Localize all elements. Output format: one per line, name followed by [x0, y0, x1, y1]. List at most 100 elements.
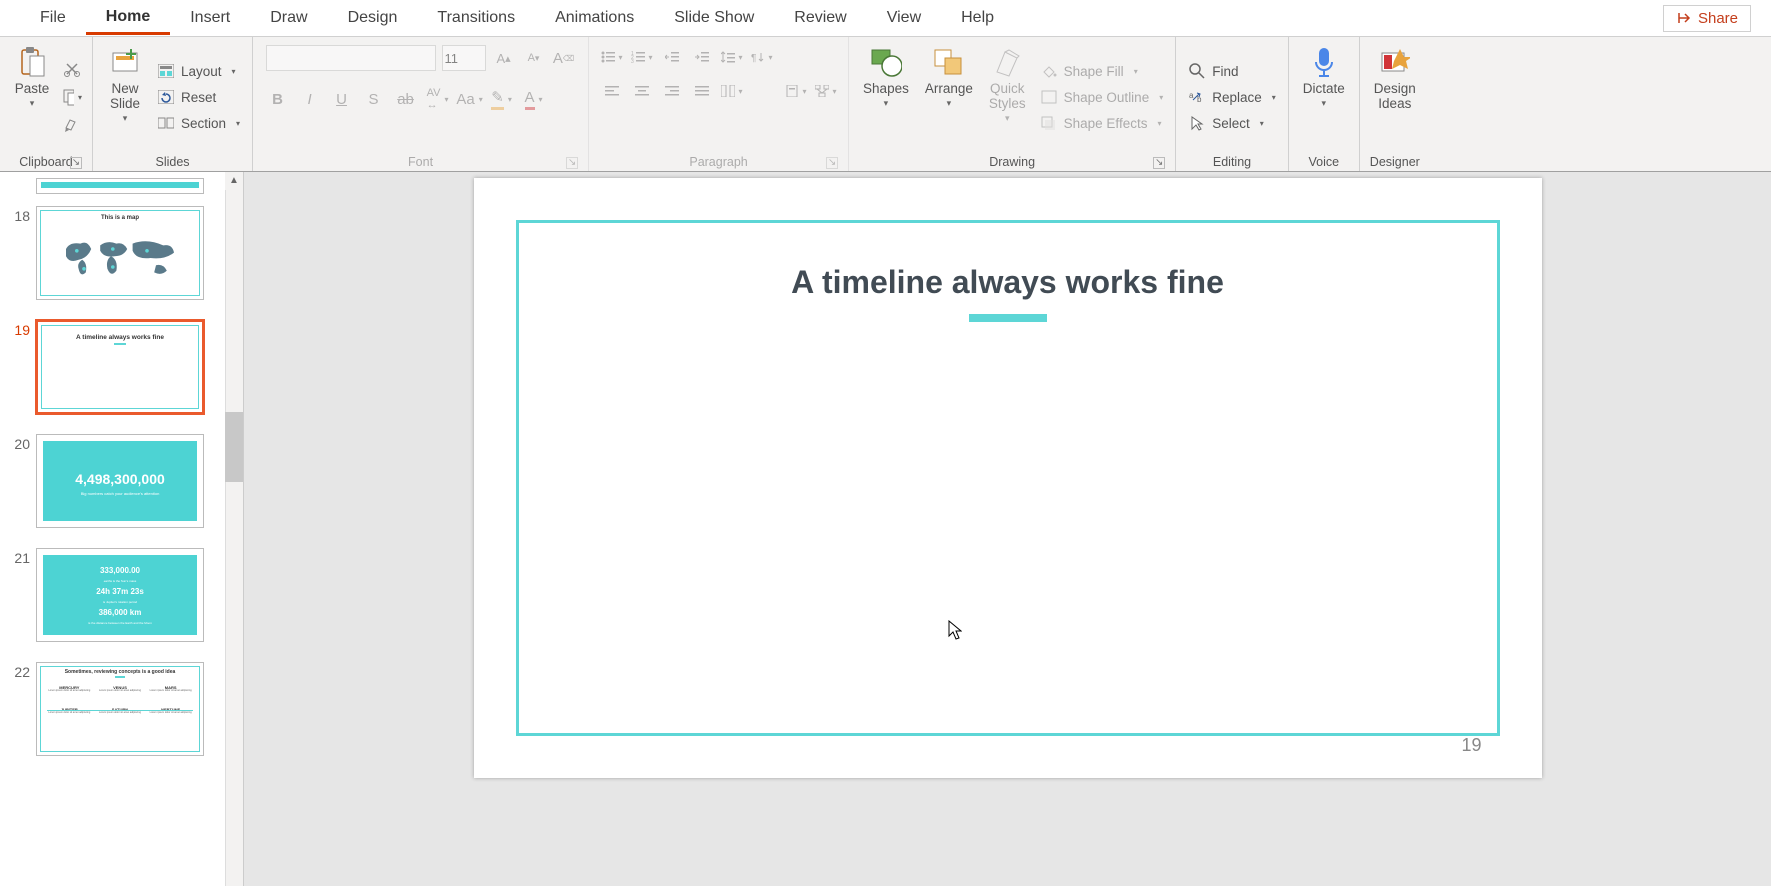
- tab-view[interactable]: View: [867, 3, 941, 33]
- launcher-clipboard[interactable]: ↘: [70, 157, 82, 169]
- slide-thumb-21[interactable]: 333,000.00 earths is the Sun's mass 24h …: [36, 548, 204, 642]
- shape-outline-button[interactable]: Shape Outline: [1036, 86, 1168, 108]
- reset-button[interactable]: Reset: [153, 86, 220, 108]
- svg-text:3: 3: [631, 59, 634, 63]
- reset-label: Reset: [181, 90, 216, 105]
- slide-title[interactable]: A timeline always works fine: [474, 264, 1542, 301]
- new-slide-button[interactable]: New Slide ▾: [101, 45, 149, 126]
- design-ideas-label: Design Ideas: [1374, 81, 1416, 111]
- underline-button[interactable]: U: [330, 87, 354, 111]
- scroll-up-button[interactable]: ▲: [225, 172, 243, 190]
- select-icon: [1188, 114, 1206, 132]
- shape-fill-button[interactable]: Shape Fill: [1036, 60, 1142, 82]
- select-button[interactable]: Select: [1184, 112, 1268, 134]
- smartart-button[interactable]: [814, 79, 838, 103]
- tab-animations[interactable]: Animations: [535, 3, 654, 33]
- align-center-button[interactable]: [630, 79, 654, 103]
- slide-canvas[interactable]: A timeline always works fine 19: [474, 178, 1542, 778]
- cut-button[interactable]: [60, 57, 84, 81]
- justify-button[interactable]: [690, 79, 714, 103]
- line-spacing-button[interactable]: [720, 45, 744, 69]
- layout-button[interactable]: Layout: [153, 60, 240, 82]
- numbering-button[interactable]: 123: [630, 45, 654, 69]
- align-left-button[interactable]: [600, 79, 624, 103]
- launcher-font[interactable]: ↘: [566, 157, 578, 169]
- thumb-number: 22: [6, 662, 30, 680]
- shapes-button[interactable]: Shapes▾: [857, 45, 915, 111]
- slide-thumb-18[interactable]: This is a map: [36, 206, 204, 300]
- align-text-button[interactable]: [784, 79, 808, 103]
- tab-draw[interactable]: Draw: [250, 3, 327, 33]
- font-color-button[interactable]: A: [522, 87, 546, 111]
- launcher-paragraph[interactable]: ↘: [826, 157, 838, 169]
- increase-font-button[interactable]: A▴: [492, 46, 516, 70]
- share-button[interactable]: Share: [1663, 5, 1751, 32]
- change-case-button[interactable]: Aa: [458, 87, 482, 111]
- tab-review[interactable]: Review: [774, 3, 866, 33]
- group-label-editing: Editing: [1184, 153, 1280, 171]
- font-name-input[interactable]: [266, 45, 436, 71]
- section-button[interactable]: Section: [153, 112, 244, 134]
- highlight-button[interactable]: ✎: [490, 87, 514, 111]
- format-painter-button[interactable]: [60, 113, 84, 137]
- slide-thumb-20[interactable]: 4,498,300,000 Big numbers catch your aud…: [36, 434, 204, 528]
- align-right-button[interactable]: [660, 79, 684, 103]
- replace-icon: ab: [1188, 88, 1206, 106]
- design-ideas-button[interactable]: Design Ideas: [1368, 45, 1422, 113]
- decrease-font-button[interactable]: A▾: [522, 46, 546, 70]
- tab-slideshow[interactable]: Slide Show: [654, 3, 774, 33]
- tab-file[interactable]: File: [20, 3, 86, 33]
- slide-thumbnail-pane[interactable]: 18 This is a map: [0, 172, 244, 886]
- design-ideas-icon: [1379, 47, 1411, 79]
- paste-button[interactable]: Paste ▾: [8, 45, 56, 111]
- main-area: 18 This is a map: [0, 172, 1771, 886]
- paste-label: Paste: [15, 81, 50, 96]
- new-slide-label: New Slide: [110, 81, 140, 111]
- slide-number: 19: [1461, 735, 1481, 756]
- shapes-label: Shapes: [863, 81, 909, 96]
- launcher-drawing[interactable]: ↘: [1153, 157, 1165, 169]
- text-direction-button[interactable]: ¶: [750, 45, 774, 69]
- columns-button[interactable]: [720, 79, 744, 103]
- decrease-indent-button[interactable]: [660, 45, 684, 69]
- share-icon: [1676, 10, 1692, 26]
- italic-button[interactable]: I: [298, 87, 322, 111]
- slide-thumb-19[interactable]: A timeline always works fine: [36, 320, 204, 414]
- tab-transitions[interactable]: Transitions: [417, 3, 535, 33]
- slide-thumb-22[interactable]: Sometimes, reviewing concepts is a good …: [36, 662, 204, 756]
- group-label-font: Font↘: [261, 153, 580, 171]
- group-voice: Dictate▾ Voice: [1289, 37, 1360, 171]
- tab-home[interactable]: Home: [86, 2, 170, 35]
- thumb-number: 21: [6, 548, 30, 566]
- tab-design[interactable]: Design: [328, 3, 418, 33]
- font-size-input[interactable]: [442, 45, 486, 71]
- scroll-thumb[interactable]: [225, 412, 243, 482]
- strikethrough-button[interactable]: ab: [394, 87, 418, 111]
- bullets-button[interactable]: [600, 45, 624, 69]
- group-font: A▴ A▾ A⌫ B I U S ab AV↔ Aa ✎ A Font↘: [253, 37, 589, 171]
- replace-button[interactable]: abReplace: [1184, 86, 1280, 108]
- shape-effects-button[interactable]: Shape Effects: [1036, 112, 1166, 134]
- tab-insert[interactable]: Insert: [170, 3, 250, 33]
- quick-styles-button[interactable]: Quick Styles▾: [983, 45, 1032, 126]
- bold-button[interactable]: B: [266, 87, 290, 111]
- char-spacing-button[interactable]: AV↔: [426, 87, 450, 111]
- svg-text:a: a: [1189, 91, 1194, 100]
- bucket-icon: [1040, 62, 1058, 80]
- thumb-number: [6, 178, 30, 180]
- dictate-button[interactable]: Dictate▾: [1297, 45, 1351, 111]
- increase-indent-button[interactable]: [690, 45, 714, 69]
- slide-canvas-area[interactable]: A timeline always works fine 19: [244, 172, 1771, 886]
- tab-help[interactable]: Help: [941, 3, 1014, 33]
- thumb-number: 20: [6, 434, 30, 452]
- slide-thumb-17-partial[interactable]: [36, 178, 204, 194]
- thumb-scrollbar[interactable]: [225, 172, 243, 886]
- stat-value: 386,000 km: [99, 608, 142, 617]
- clear-formatting-button[interactable]: A⌫: [552, 46, 576, 70]
- find-button[interactable]: Find: [1184, 60, 1242, 82]
- shadow-button[interactable]: S: [362, 87, 386, 111]
- arrange-button[interactable]: Arrange▾: [919, 45, 979, 111]
- group-clipboard: Paste ▾ Clipboard↘: [0, 37, 93, 171]
- group-label-clipboard: Clipboard↘: [8, 153, 84, 171]
- copy-button[interactable]: [60, 85, 84, 109]
